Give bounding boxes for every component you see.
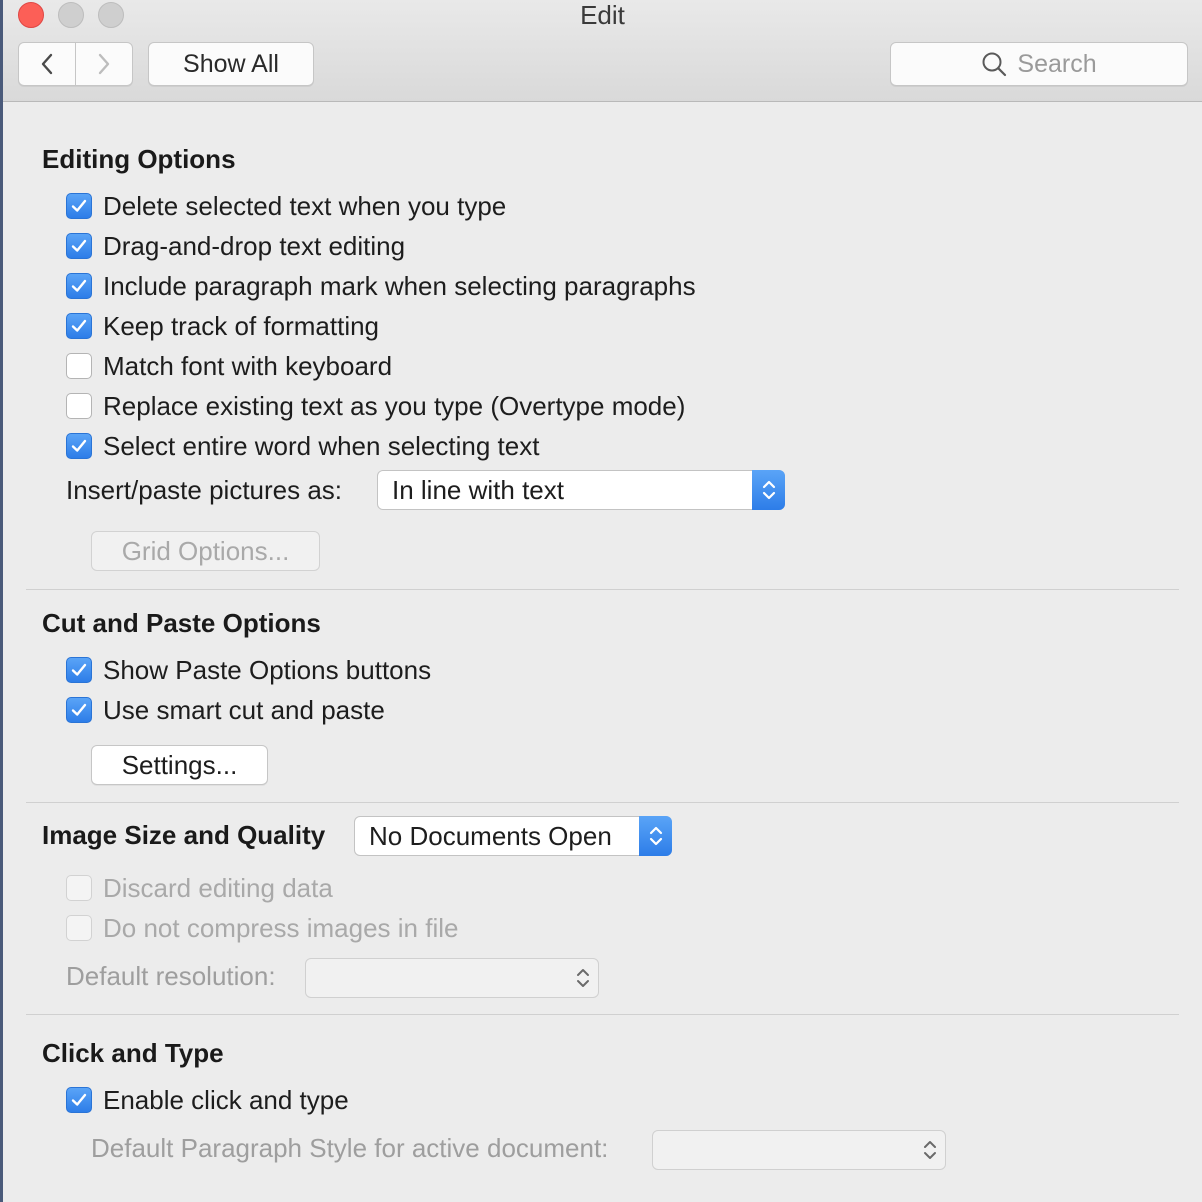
checkbox-enable-click-and-type[interactable] — [66, 1087, 92, 1113]
insert-paste-value: In line with text — [392, 474, 564, 505]
default-resolution-label: Default resolution: — [66, 961, 276, 991]
select-stepper — [639, 816, 672, 856]
option-discard-editing-data[interactable]: Discard editing data — [66, 873, 333, 903]
option-label: Replace existing text as you type (Overt… — [103, 390, 686, 421]
insert-paste-select[interactable]: In line with text — [377, 470, 785, 510]
search-input[interactable]: Search — [890, 42, 1188, 86]
image-document-value: No Documents Open — [369, 820, 612, 851]
insert-paste-label: Insert/paste pictures as: — [66, 475, 343, 505]
checkmark-icon — [71, 279, 87, 292]
back-forward-control — [18, 42, 133, 86]
search-placeholder: Search — [1017, 49, 1097, 78]
paragraph-style-select[interactable] — [652, 1130, 946, 1170]
option-label: Use smart cut and paste — [103, 694, 385, 725]
grid-options-button[interactable]: Grid Options... — [91, 531, 320, 571]
checkbox-delete-selected-text[interactable] — [66, 193, 92, 219]
checkbox-select-entire-word[interactable] — [66, 433, 92, 459]
click-and-type-heading: Click and Type — [42, 1038, 224, 1068]
option-select-entire-word[interactable]: Select entire word when selecting text — [66, 431, 539, 461]
option-label: Discard editing data — [103, 872, 333, 903]
checkmark-icon — [71, 663, 87, 676]
checkbox-overtype-mode[interactable] — [66, 393, 92, 419]
option-enable-click-and-type[interactable]: Enable click and type — [66, 1085, 349, 1115]
updown-chevron-icon — [762, 480, 775, 500]
option-delete-selected-text[interactable]: Delete selected text when you type — [66, 191, 506, 221]
checkbox-show-paste-options[interactable] — [66, 657, 92, 683]
option-match-font-keyboard[interactable]: Match font with keyboard — [66, 351, 392, 381]
chevron-left-icon — [41, 53, 53, 75]
option-do-not-compress[interactable]: Do not compress images in file — [66, 913, 458, 943]
default-resolution-select[interactable] — [305, 958, 599, 998]
select-stepper — [566, 958, 599, 998]
settings-button[interactable]: Settings... — [91, 745, 268, 785]
option-label: Keep track of formatting — [103, 310, 380, 341]
checkmark-icon — [71, 199, 87, 212]
search-icon — [982, 52, 1007, 77]
section-divider — [26, 589, 1179, 590]
window-title: Edit — [580, 0, 625, 30]
select-stepper — [752, 470, 785, 510]
option-label: Do not compress images in file — [103, 912, 459, 943]
option-include-paragraph-mark[interactable]: Include paragraph mark when selecting pa… — [66, 271, 696, 301]
option-label: Enable click and type — [103, 1084, 349, 1115]
option-label: Delete selected text when you type — [103, 190, 507, 221]
checkbox-keep-track-formatting[interactable] — [66, 313, 92, 339]
section-divider — [26, 802, 1179, 803]
image-document-select[interactable]: No Documents Open — [354, 816, 672, 856]
show-all-button[interactable]: Show All — [148, 42, 314, 86]
cut-paste-options-heading: Cut and Paste Options — [42, 608, 321, 638]
checkmark-icon — [71, 1093, 87, 1106]
back-button[interactable] — [19, 43, 75, 85]
checkbox-discard-editing-data[interactable] — [66, 875, 92, 901]
option-show-paste-options[interactable]: Show Paste Options buttons — [66, 655, 431, 685]
checkbox-do-not-compress[interactable] — [66, 915, 92, 941]
updown-chevron-icon — [649, 826, 662, 846]
option-drag-and-drop[interactable]: Drag-and-drop text editing — [66, 231, 405, 261]
section-divider — [26, 1014, 1179, 1015]
editing-options-heading: Editing Options — [42, 144, 236, 174]
forward-button[interactable] — [75, 43, 132, 85]
option-smart-cut-paste[interactable]: Use smart cut and paste — [66, 695, 385, 725]
option-label: Select entire word when selecting text — [103, 430, 540, 461]
image-size-quality-heading: Image Size and Quality — [42, 820, 326, 850]
chevron-right-icon — [98, 53, 110, 75]
option-overtype-mode[interactable]: Replace existing text as you type (Overt… — [66, 391, 685, 421]
title-bar: Edit Show All Search — [3, 0, 1202, 102]
checkmark-icon — [71, 439, 87, 452]
checkbox-match-font-keyboard[interactable] — [66, 353, 92, 379]
checkmark-icon — [71, 703, 87, 716]
option-label: Include paragraph mark when selecting pa… — [103, 270, 696, 301]
checkbox-drag-and-drop[interactable] — [66, 233, 92, 259]
option-label: Drag-and-drop text editing — [103, 230, 406, 261]
checkmark-icon — [71, 239, 87, 252]
option-label: Match font with keyboard — [103, 350, 393, 381]
paragraph-style-label: Default Paragraph Style for active docum… — [91, 1133, 609, 1163]
option-label: Show Paste Options buttons — [103, 654, 432, 685]
updown-chevron-icon — [576, 969, 589, 987]
preferences-pane: Editing Options Delete selected text whe… — [3, 102, 1202, 1202]
select-stepper — [913, 1130, 946, 1170]
checkbox-smart-cut-paste[interactable] — [66, 697, 92, 723]
updown-chevron-icon — [923, 1141, 936, 1159]
checkmark-icon — [71, 319, 87, 332]
option-keep-track-formatting[interactable]: Keep track of formatting — [66, 311, 379, 341]
checkbox-include-paragraph-mark[interactable] — [66, 273, 92, 299]
